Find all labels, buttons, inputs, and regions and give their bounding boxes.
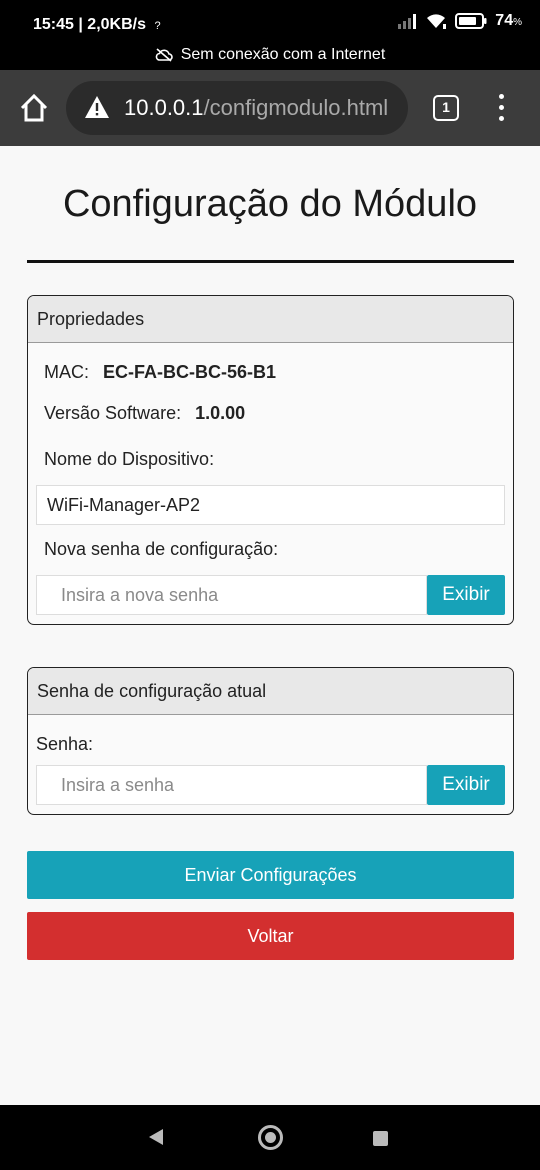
- nav-recents-icon[interactable]: [373, 1131, 388, 1146]
- title-divider: [27, 260, 514, 263]
- browser-toolbar: 10.0.0.1/configmodulo.html 1: [0, 70, 540, 146]
- tab-switcher-button[interactable]: 1: [433, 95, 459, 121]
- device-name-input[interactable]: WiFi-Manager-AP2: [36, 485, 505, 525]
- status-time-speed: 15:45 | 2,0KB/s ?: [33, 16, 161, 34]
- more-menu-icon[interactable]: [496, 94, 506, 124]
- send-settings-button[interactable]: Enviar Configurações: [27, 851, 514, 899]
- current-password-input[interactable]: Insira a senha: [36, 765, 427, 805]
- new-password-label: Nova senha de configuração:: [44, 539, 279, 559]
- back-button[interactable]: Voltar: [27, 912, 514, 960]
- status-speed: | 2,0KB/s: [78, 16, 146, 33]
- show-current-password-button[interactable]: Exibir: [427, 765, 505, 805]
- password-label: Senha:: [36, 734, 94, 754]
- nav-home-icon[interactable]: [258, 1125, 283, 1150]
- device-name-label: Nome do Dispositivo:: [44, 449, 215, 469]
- offline-banner: Sem conexão com a Internet: [0, 46, 540, 64]
- software-value: 1.0.00: [195, 403, 246, 423]
- address-bar[interactable]: 10.0.0.1/configmodulo.html: [66, 81, 408, 135]
- software-row: Versão Software: 1.0.00: [44, 403, 245, 424]
- home-icon[interactable]: [18, 92, 50, 124]
- offline-text: Sem conexão com a Internet: [180, 46, 386, 63]
- status-bar: 15:45 | 2,0KB/s ? 74% Sem conexão com a …: [0, 0, 540, 70]
- nav-back-icon[interactable]: [148, 1128, 164, 1146]
- battery-percent: 74%: [495, 12, 522, 29]
- url-text[interactable]: 10.0.0.1/configmodulo.html: [124, 95, 388, 121]
- properties-card-header: Propriedades: [28, 296, 513, 343]
- show-new-password-button[interactable]: Exibir: [427, 575, 505, 615]
- system-nav-bar: [0, 1105, 540, 1170]
- mac-value: EC-FA-BC-BC-56-B1: [103, 362, 277, 382]
- signal-icon: [398, 14, 417, 29]
- network-question-icon: ?: [154, 20, 161, 32]
- mac-row: MAC: EC-FA-BC-BC-56-B1: [44, 362, 276, 383]
- warning-icon[interactable]: [84, 95, 110, 119]
- mac-label: MAC:: [44, 362, 89, 382]
- current-password-card: Senha de configuração atual Senha: Insir…: [27, 667, 514, 815]
- wifi-icon: [427, 14, 447, 29]
- url-path: /configmodulo.html: [203, 95, 389, 120]
- software-label: Versão Software:: [44, 403, 182, 423]
- new-password-input[interactable]: Insira a nova senha: [36, 575, 427, 615]
- status-time: 15:45: [33, 16, 74, 33]
- current-password-card-header: Senha de configuração atual: [28, 668, 513, 715]
- cloud-off-icon: [155, 48, 173, 62]
- properties-card: Propriedades MAC: EC-FA-BC-BC-56-B1 Versã…: [27, 295, 514, 625]
- status-icons: 74%: [397, 12, 522, 30]
- battery-icon: [455, 13, 487, 29]
- url-host: 10.0.0.1: [124, 95, 204, 120]
- page-title: Configuração do Módulo: [62, 183, 478, 225]
